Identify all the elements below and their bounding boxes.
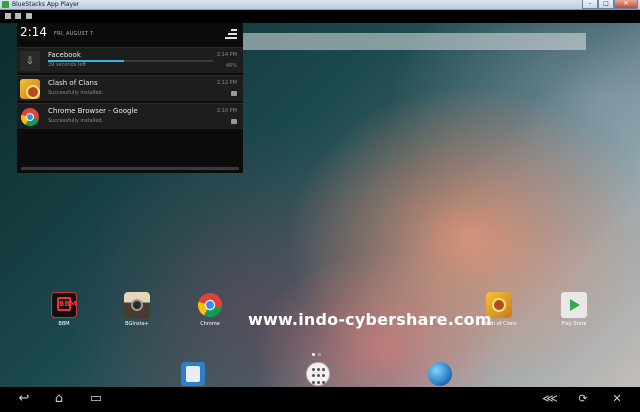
shade-header: 2:14 FRI, AUGUST 7 bbox=[17, 23, 243, 45]
recent-apps-icon[interactable]: ▭ bbox=[86, 391, 106, 407]
bbm-icon: BBM bbox=[51, 292, 77, 318]
chrome-icon bbox=[20, 108, 39, 127]
notification-time: 2:10 PM bbox=[216, 108, 237, 114]
install-complete-icon bbox=[231, 91, 237, 96]
close-app-icon[interactable]: ✕ bbox=[607, 391, 627, 407]
status-bar[interactable] bbox=[0, 10, 640, 23]
notification-icon bbox=[15, 13, 21, 19]
android-screen: 2:14 FRI, AUGUST 7 ⇩ Facebook 39 seconds… bbox=[0, 10, 640, 412]
home-icon[interactable]: ⌂ bbox=[49, 391, 69, 407]
notification-time: 2:14 PM bbox=[216, 52, 237, 58]
app-label: Play Store bbox=[561, 321, 587, 327]
shade-clock: 2:14 bbox=[20, 25, 47, 39]
notification-time: 2:12 PM bbox=[216, 80, 237, 86]
app-label: BBM bbox=[58, 321, 70, 327]
google-search-bar[interactable] bbox=[243, 33, 586, 50]
navigation-bar: ↩ ⌂ ▭ ⋘ ⟳ ✕ bbox=[0, 387, 640, 412]
window-title: BlueStacks App Player bbox=[12, 1, 80, 8]
maximize-button[interactable]: □ bbox=[598, 0, 614, 9]
rotate-icon[interactable]: ⟳ bbox=[573, 391, 593, 407]
app-chrome[interactable]: Chrome bbox=[190, 292, 230, 327]
contacts-icon[interactable] bbox=[181, 362, 205, 386]
clash-of-clans-icon bbox=[20, 79, 40, 99]
notification-shade: 2:14 FRI, AUGUST 7 ⇩ Facebook 39 seconds… bbox=[17, 23, 243, 173]
instagram-icon bbox=[124, 292, 150, 318]
all-apps-icon[interactable] bbox=[306, 362, 330, 386]
play-store-icon bbox=[561, 292, 587, 318]
clear-notifications-icon[interactable] bbox=[225, 29, 237, 40]
window-title-bar: BlueStacks App Player – □ ✕ bbox=[0, 0, 640, 10]
chrome-icon bbox=[198, 293, 222, 317]
notification-item[interactable]: ⇩ Facebook 39 seconds left 2:14 PM 46% bbox=[17, 47, 243, 73]
notification-title: Facebook bbox=[48, 51, 81, 59]
browser-icon[interactable] bbox=[428, 362, 452, 386]
app-bbm[interactable]: BBM BBM bbox=[44, 292, 84, 327]
notification-item[interactable]: Chrome Browser - Google Successfully ins… bbox=[17, 103, 243, 129]
minimize-button[interactable]: – bbox=[582, 0, 598, 9]
notification-icon bbox=[5, 13, 11, 19]
notification-title: Clash of Clans bbox=[48, 79, 98, 87]
download-icon: ⇩ bbox=[20, 51, 40, 71]
notification-subtitle: 39 seconds left bbox=[48, 62, 87, 68]
app-bginsta[interactable]: BGInsta+ bbox=[117, 292, 157, 327]
install-complete-icon bbox=[231, 119, 237, 124]
notification-subtitle: Successfully installed. bbox=[48, 90, 104, 96]
download-percent: 46% bbox=[225, 63, 237, 69]
window-controls: – □ ✕ bbox=[582, 0, 638, 10]
watermark-text: www.indo-cybershare.com bbox=[248, 310, 492, 329]
page-indicator bbox=[312, 353, 321, 356]
bluestacks-logo-icon bbox=[2, 1, 9, 8]
close-window-button[interactable]: ✕ bbox=[614, 0, 638, 9]
shade-drag-handle[interactable] bbox=[21, 167, 239, 170]
notification-item[interactable]: Clash of Clans Successfully installed. 2… bbox=[17, 75, 243, 101]
back-icon[interactable]: ↩ bbox=[14, 391, 34, 407]
share-icon[interactable]: ⋘ bbox=[540, 391, 560, 407]
app-play-store[interactable]: Play Store bbox=[554, 292, 594, 327]
notification-title: Chrome Browser - Google bbox=[48, 107, 138, 115]
shade-date: FRI, AUGUST 7 bbox=[54, 31, 94, 37]
app-label: Chrome bbox=[200, 321, 220, 327]
notification-subtitle: Successfully installed. bbox=[48, 118, 104, 124]
app-label: BGInsta+ bbox=[125, 321, 149, 327]
briefcase-icon bbox=[26, 13, 32, 19]
